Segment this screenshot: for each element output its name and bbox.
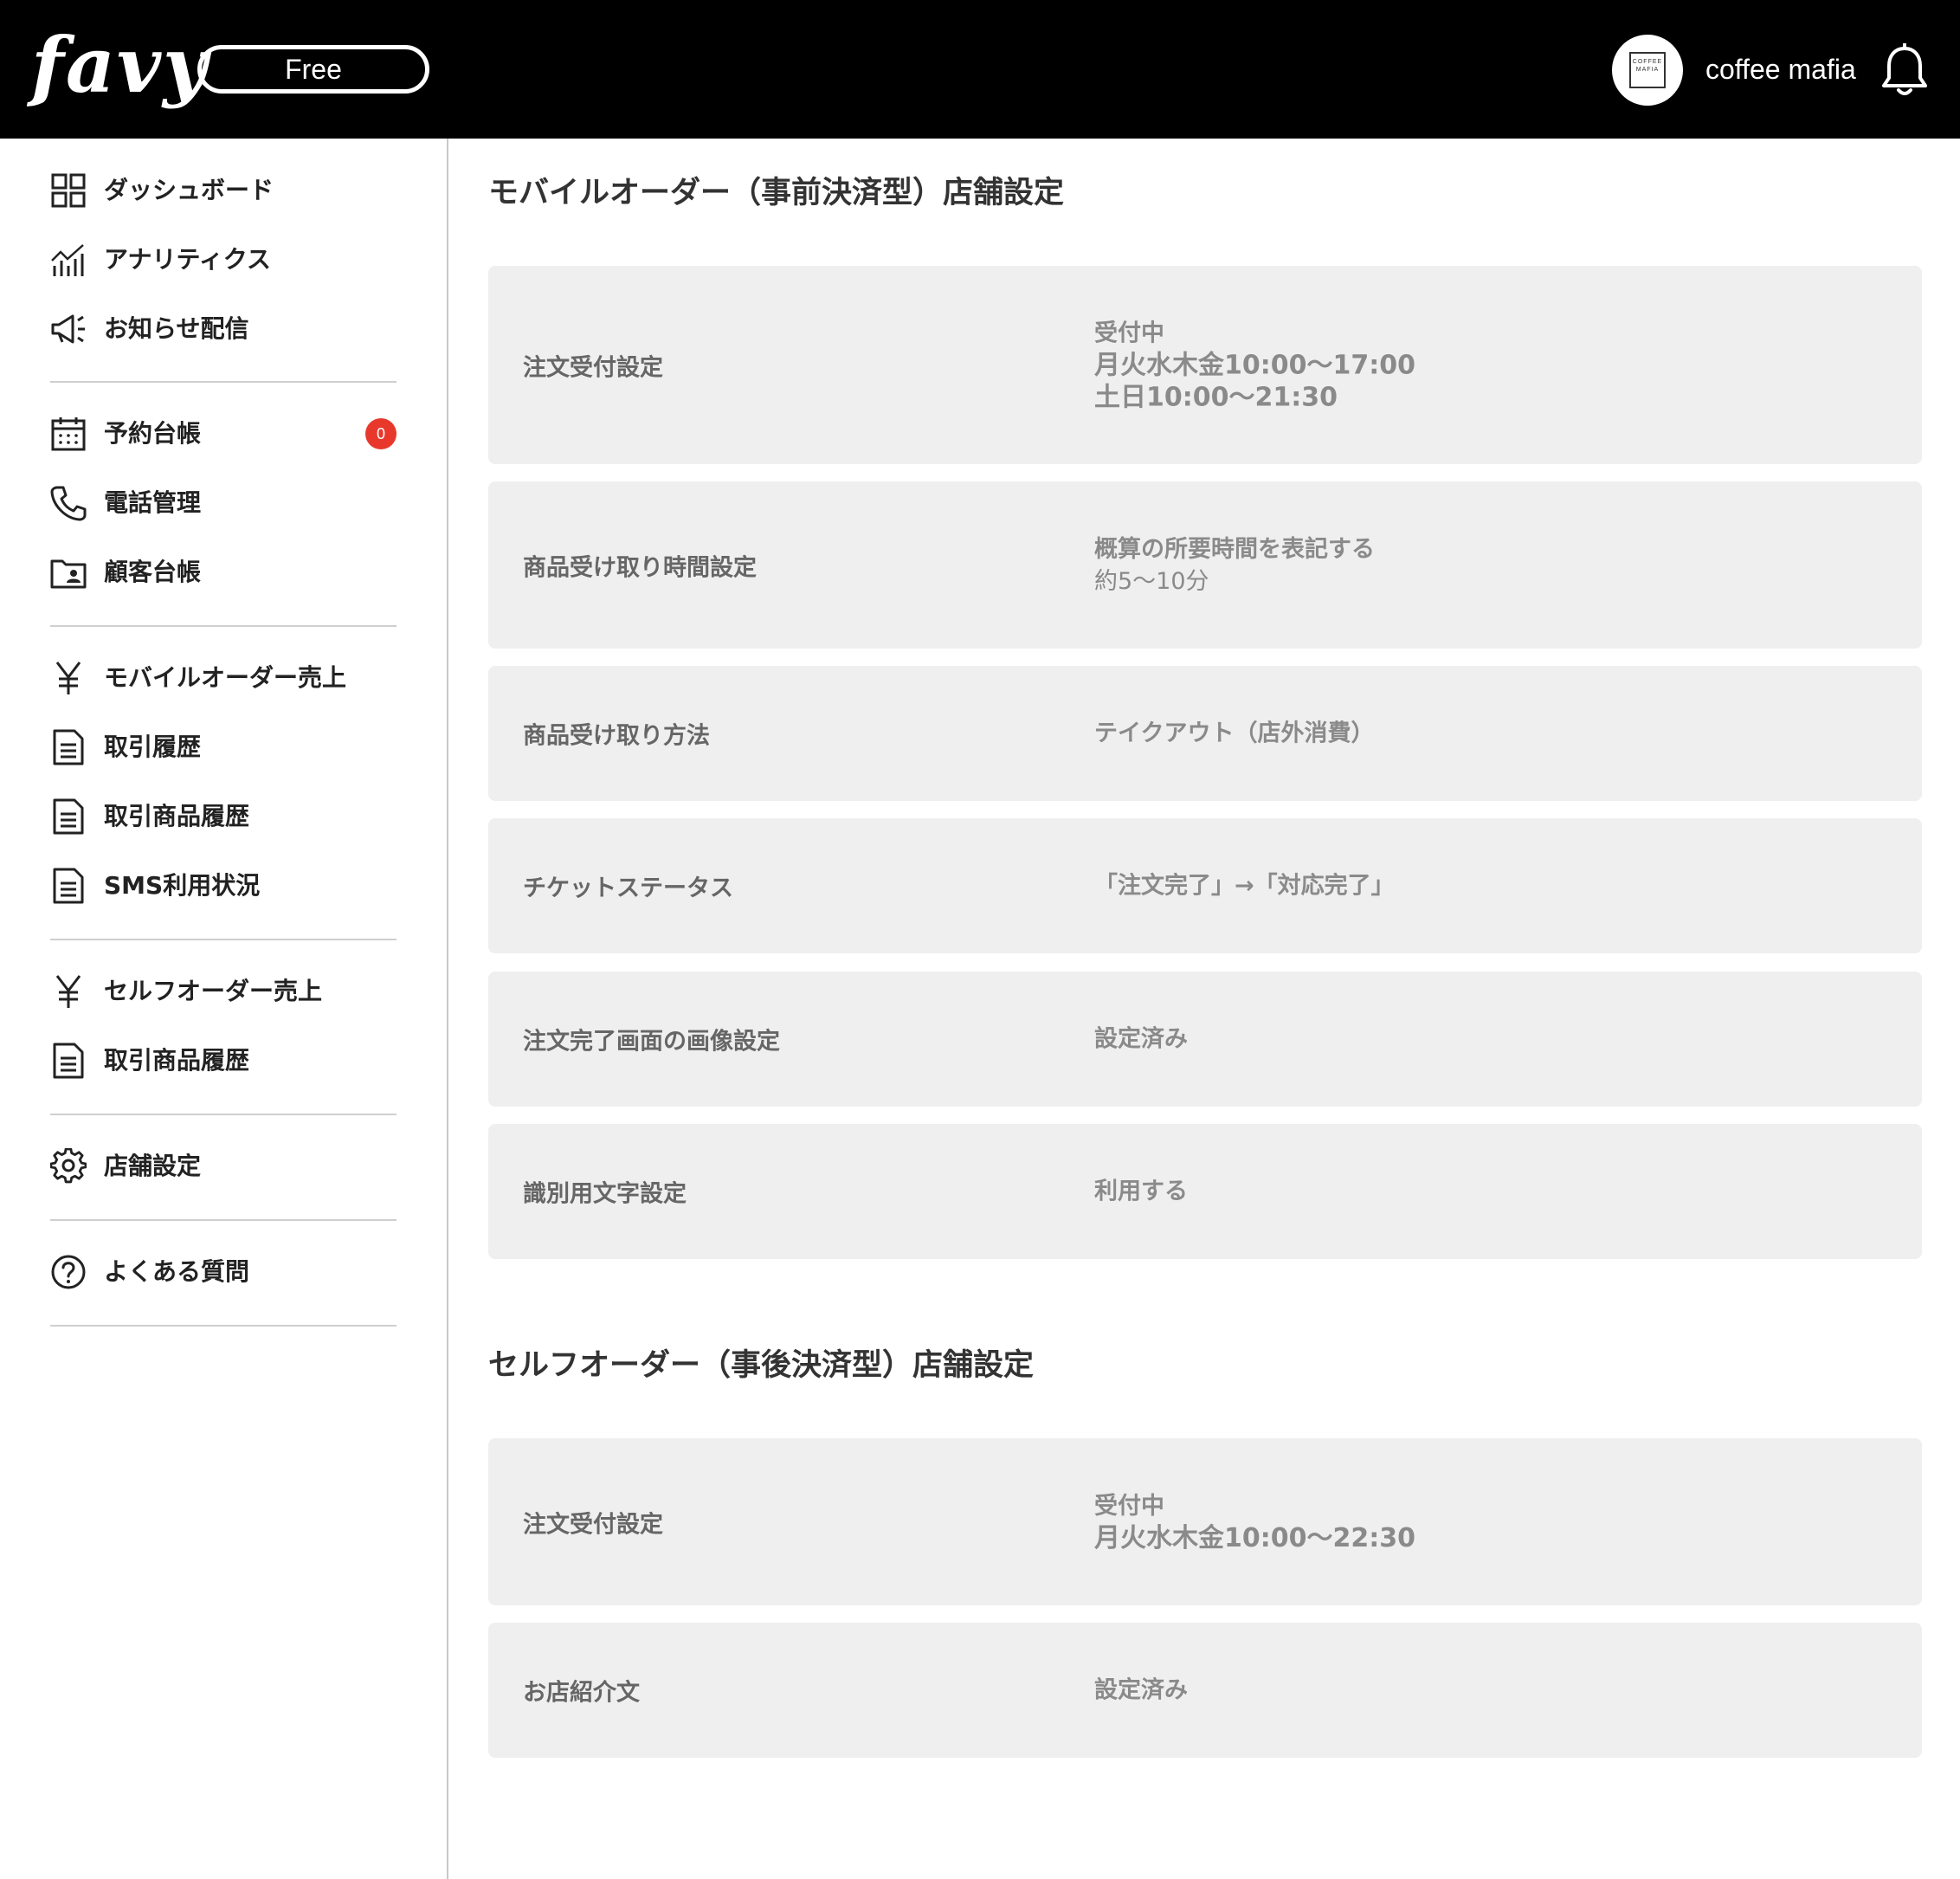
plan-badge: Free: [197, 45, 429, 94]
sidebar-divider: [50, 625, 397, 627]
pickup-time-estimate: 約5〜10分: [1094, 567, 1209, 595]
weekday-hours: 月火水木金10:00〜22:30: [1094, 1522, 1415, 1553]
setting-label: お店紹介文: [523, 1679, 640, 1707]
store-introduction-value: 設定済み: [1094, 1676, 1188, 1704]
sidebar-item-notifications[interactable]: お知らせ配信: [50, 305, 397, 353]
setting-label: 注文受付設定: [523, 354, 663, 381]
sidebar-item-label: 電話管理: [104, 488, 202, 517]
mobile-order-section-title: モバイルオーダー（事前決済型）店舗設定: [488, 176, 1065, 210]
document-icon: [53, 1043, 84, 1079]
sidebar-item-faq[interactable]: よくある質問: [50, 1248, 397, 1296]
sidebar-divider: [50, 939, 397, 940]
weekday-hours: 月火水木金10:00〜17:00: [1094, 350, 1415, 380]
sidebar: ダッシュボード アナリティクス お知らせ配信 予約台帳 0 電話管理 顧客台帳 …: [0, 139, 448, 1879]
setting-label: 注文完了画面の画像設定: [523, 1028, 780, 1056]
pickup-method-row[interactable]: 商品受け取り方法 テイクアウト（店外消費）: [488, 666, 1922, 801]
setting-value: 設定済み: [1094, 1023, 1188, 1056]
weekend-hours: 土日10:00〜21:30: [1094, 382, 1338, 412]
ticket-status-row[interactable]: チケットステータス 「注文完了」→「対応完了」: [488, 818, 1922, 953]
setting-value: 設定済み: [1094, 1675, 1188, 1707]
document-icon: [53, 798, 84, 835]
logo-text: favy: [31, 20, 210, 110]
top-header: favy Free COFFEE MAFIA coffee mafia: [0, 0, 1960, 139]
sidebar-item-label: モバイルオーダー売上: [104, 663, 347, 692]
reservation-count-badge: 0: [365, 418, 397, 449]
pickup-time-mode: 概算の所要時間を表記する: [1094, 535, 1375, 563]
dashboard-grid-icon: [51, 173, 86, 208]
phone-icon: [50, 486, 87, 521]
sidebar-item-store-settings[interactable]: 店舗設定: [50, 1142, 397, 1191]
completion-image-value: 設定済み: [1094, 1025, 1188, 1053]
account-name[interactable]: coffee mafia: [1705, 48, 1856, 90]
setting-label: 識別用文字設定: [523, 1180, 687, 1208]
sidebar-item-analytics[interactable]: アナリティクス: [50, 236, 397, 284]
sidebar-divider: [50, 1219, 397, 1221]
megaphone-icon: [51, 314, 85, 344]
gear-icon: [50, 1148, 87, 1184]
sidebar-item-customers[interactable]: 顧客台帳: [50, 548, 397, 597]
sidebar-item-label: 取引商品履歴: [104, 802, 250, 830]
setting-label: 注文受付設定: [523, 1511, 663, 1538]
help-circle-icon: [51, 1255, 86, 1289]
setting-value: 受付中 月火水木金10:00〜22:30: [1094, 1490, 1415, 1554]
acceptance-status: 受付中: [1094, 1492, 1164, 1520]
sidebar-item-label: SMS利用状況: [104, 871, 261, 900]
calendar-icon: [51, 417, 86, 451]
sidebar-item-label: お知らせ配信: [104, 314, 249, 343]
sidebar-item-transaction-item-history[interactable]: 取引商品履歴: [50, 792, 397, 841]
sidebar-item-transaction-history[interactable]: 取引履歴: [50, 723, 397, 772]
mobile-order-acceptance-row[interactable]: 注文受付設定 受付中 月火水木金10:00〜17:00 土日10:00〜21:3…: [488, 266, 1922, 464]
sidebar-item-mobile-order-sales[interactable]: モバイルオーダー売上: [50, 654, 397, 702]
pickup-method-value: テイクアウト（店外消費）: [1094, 720, 1375, 747]
sidebar-item-reservations[interactable]: 予約台帳 0: [50, 410, 397, 458]
analytics-chart-icon: [51, 244, 84, 276]
customer-folder-icon: [50, 559, 87, 589]
account-avatar[interactable]: COFFEE MAFIA: [1612, 35, 1683, 106]
setting-value: テイクアウト（店外消費）: [1094, 718, 1374, 750]
bell-icon[interactable]: [1879, 43, 1931, 99]
setting-value: 受付中 月火水木金10:00〜17:00 土日10:00〜21:30: [1094, 317, 1415, 413]
sidebar-item-label: 顧客台帳: [104, 558, 202, 586]
sidebar-item-label: 予約台帳: [104, 419, 202, 448]
sidebar-divider: [50, 381, 397, 383]
sidebar-item-label: アナリティクス: [104, 245, 271, 274]
document-icon: [53, 729, 84, 765]
setting-label: 商品受け取り時間設定: [523, 554, 757, 581]
sidebar-divider: [50, 1114, 397, 1115]
sidebar-item-sms-usage[interactable]: SMS利用状況: [50, 862, 397, 910]
identifier-text-value: 利用する: [1094, 1178, 1188, 1205]
sidebar-item-self-order-sales[interactable]: セルフオーダー売上: [50, 967, 397, 1016]
sidebar-item-phone[interactable]: 電話管理: [50, 479, 397, 527]
setting-value: 概算の所要時間を表記する 約5〜10分: [1094, 533, 1375, 597]
avatar-logo-icon: COFFEE MAFIA: [1629, 52, 1666, 88]
store-introduction-row[interactable]: お店紹介文 設定済み: [488, 1623, 1922, 1758]
pickup-time-setting-row[interactable]: 商品受け取り時間設定 概算の所要時間を表記する 約5〜10分: [488, 481, 1922, 649]
sidebar-item-label: 店舗設定: [104, 1152, 202, 1180]
sidebar-item-label: 取引商品履歴: [104, 1046, 250, 1075]
sidebar-item-label: ダッシュボード: [104, 176, 274, 204]
setting-label: 商品受け取り方法: [523, 722, 710, 750]
identifier-text-row[interactable]: 識別用文字設定 利用する: [488, 1124, 1922, 1259]
self-order-acceptance-row[interactable]: 注文受付設定 受付中 月火水木金10:00〜22:30: [488, 1438, 1922, 1605]
sidebar-item-label: よくある質問: [104, 1257, 250, 1286]
completion-image-row[interactable]: 注文完了画面の画像設定 設定済み: [488, 972, 1922, 1107]
setting-value: 「注文完了」→「対応完了」: [1094, 870, 1395, 902]
favy-logo[interactable]: favy: [31, 26, 209, 104]
yen-icon: [55, 662, 81, 694]
acceptance-status: 受付中: [1094, 320, 1164, 346]
sidebar-item-label: 取引履歴: [104, 733, 202, 761]
setting-label: チケットステータス: [523, 875, 733, 902]
yen-icon: [55, 975, 81, 1008]
self-order-section-title: セルフオーダー（事後決済型）店舗設定: [488, 1348, 1035, 1383]
sidebar-item-self-transaction-item-history[interactable]: 取引商品履歴: [50, 1036, 397, 1085]
document-icon: [53, 868, 84, 904]
sidebar-item-dashboard[interactable]: ダッシュボード: [50, 166, 397, 215]
sidebar-divider: [50, 1325, 397, 1327]
setting-value: 利用する: [1094, 1176, 1188, 1208]
sidebar-item-label: セルフオーダー売上: [104, 977, 323, 1005]
ticket-status-value: 「注文完了」→「対応完了」: [1094, 872, 1395, 900]
